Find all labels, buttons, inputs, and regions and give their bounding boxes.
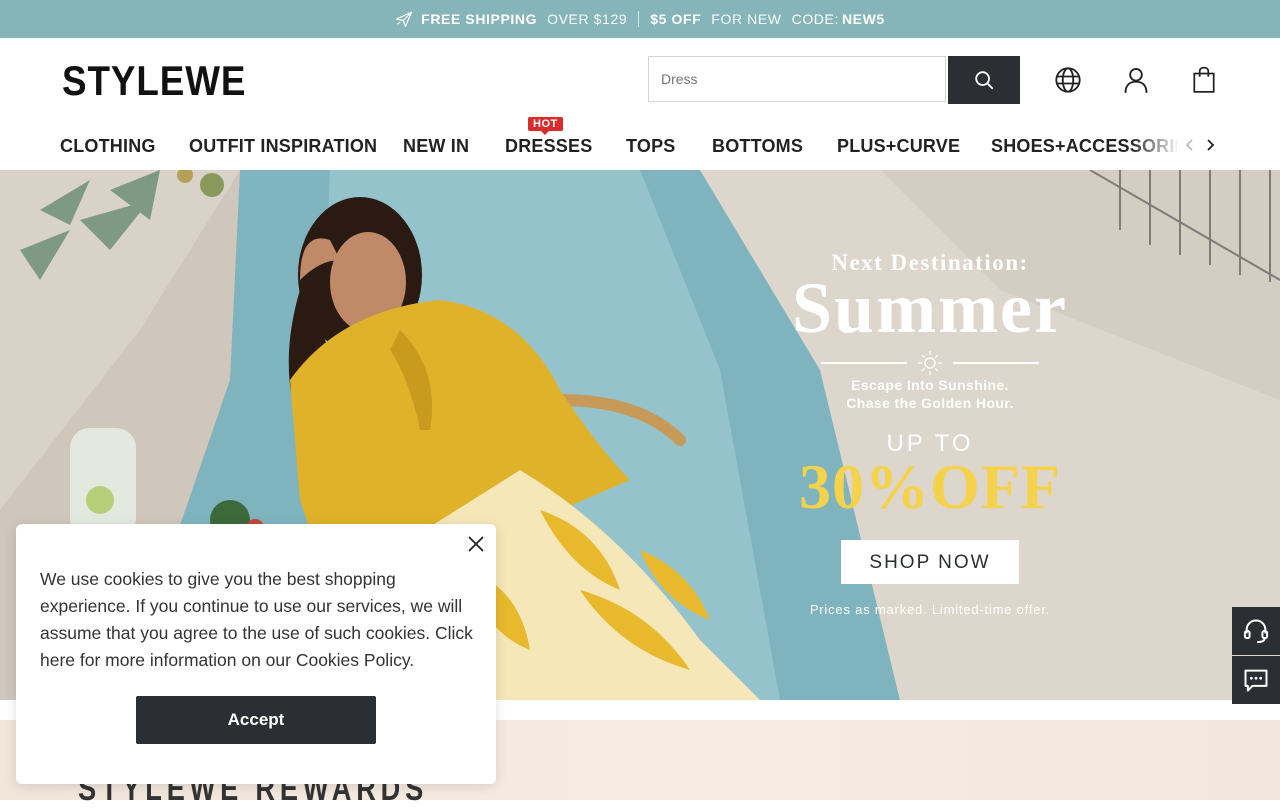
nav-item-plus-curve[interactable]: PLUS+CURVE [837,136,960,157]
cookie-close-button[interactable] [466,534,486,554]
nav-fade [1130,120,1180,169]
support-headset-icon [1243,619,1269,644]
nav-item-new-in[interactable]: NEW IN [403,136,469,157]
hero-line2: Summer [792,268,1068,348]
shop-now-button[interactable]: SHOP NOW [841,540,1019,584]
nav-prev-button[interactable] [1182,136,1198,154]
hero-tagline1: Escape Into Sunshine. [851,377,1009,393]
sun-divider [780,350,1080,376]
user-icon [1124,67,1148,93]
language-button[interactable] [1052,64,1084,96]
plane-icon [396,11,413,28]
accept-cookies-button[interactable]: Accept [136,696,376,744]
cart-button[interactable] [1188,64,1220,96]
close-icon [468,536,484,552]
promo-free-shipping: FREE SHIPPING [421,11,538,27]
hero-note: Prices as marked. Limited-time offer. [809,602,1051,617]
chat-icon [1244,669,1268,692]
logo[interactable]: STYLEWE [62,58,246,105]
chevron-right-icon [1207,139,1215,151]
nav-item-bottoms[interactable]: BOTTOMS [712,136,803,157]
hero-tagline2: Chase the Golden Hour. [846,395,1014,411]
promo-bar: FREE SHIPPING OVER $129 $5 OFF FOR NEW C… [0,0,1280,38]
chevron-left-icon [1185,139,1193,151]
hot-badge: HOT [528,117,563,135]
promo-code: NEW5 [841,11,885,27]
promo-code-label: CODE: [791,11,839,27]
search-input[interactable] [648,56,946,102]
promo-over: OVER $129 [547,11,628,27]
sun-icon [918,351,942,375]
nav-item-outfit-inspiration[interactable]: OUTFIT INSPIRATION [189,136,377,157]
search-icon [975,71,994,90]
nav-item-clothing[interactable]: CLOTHING [60,136,156,157]
customer-service-button[interactable] [1232,607,1280,655]
promo-for-new: FOR NEW [711,11,782,27]
promo-divider [638,11,640,27]
chat-button[interactable] [1232,656,1280,704]
globe-icon [1055,67,1081,93]
account-button[interactable] [1120,64,1152,96]
category-nav: CLOTHING OUTFIT INSPIRATION NEW IN DRESS… [0,120,1280,171]
cookie-message[interactable]: We use cookies to give you the best shop… [40,566,480,674]
cookie-dialog: We use cookies to give you the best shop… [16,524,496,784]
bag-icon [1193,66,1215,93]
promo-off: $5 OFF [650,11,702,27]
nav-item-dresses[interactable]: DRESSES [505,136,592,157]
search-button[interactable] [948,56,1020,104]
nav-item-tops[interactable]: TOPS [626,136,675,157]
hero-discount: 30%OFF [799,451,1061,522]
nav-next-button[interactable] [1202,136,1218,154]
hero-text-block: Next Destination: Summer Escape Into Sun… [780,250,1080,617]
